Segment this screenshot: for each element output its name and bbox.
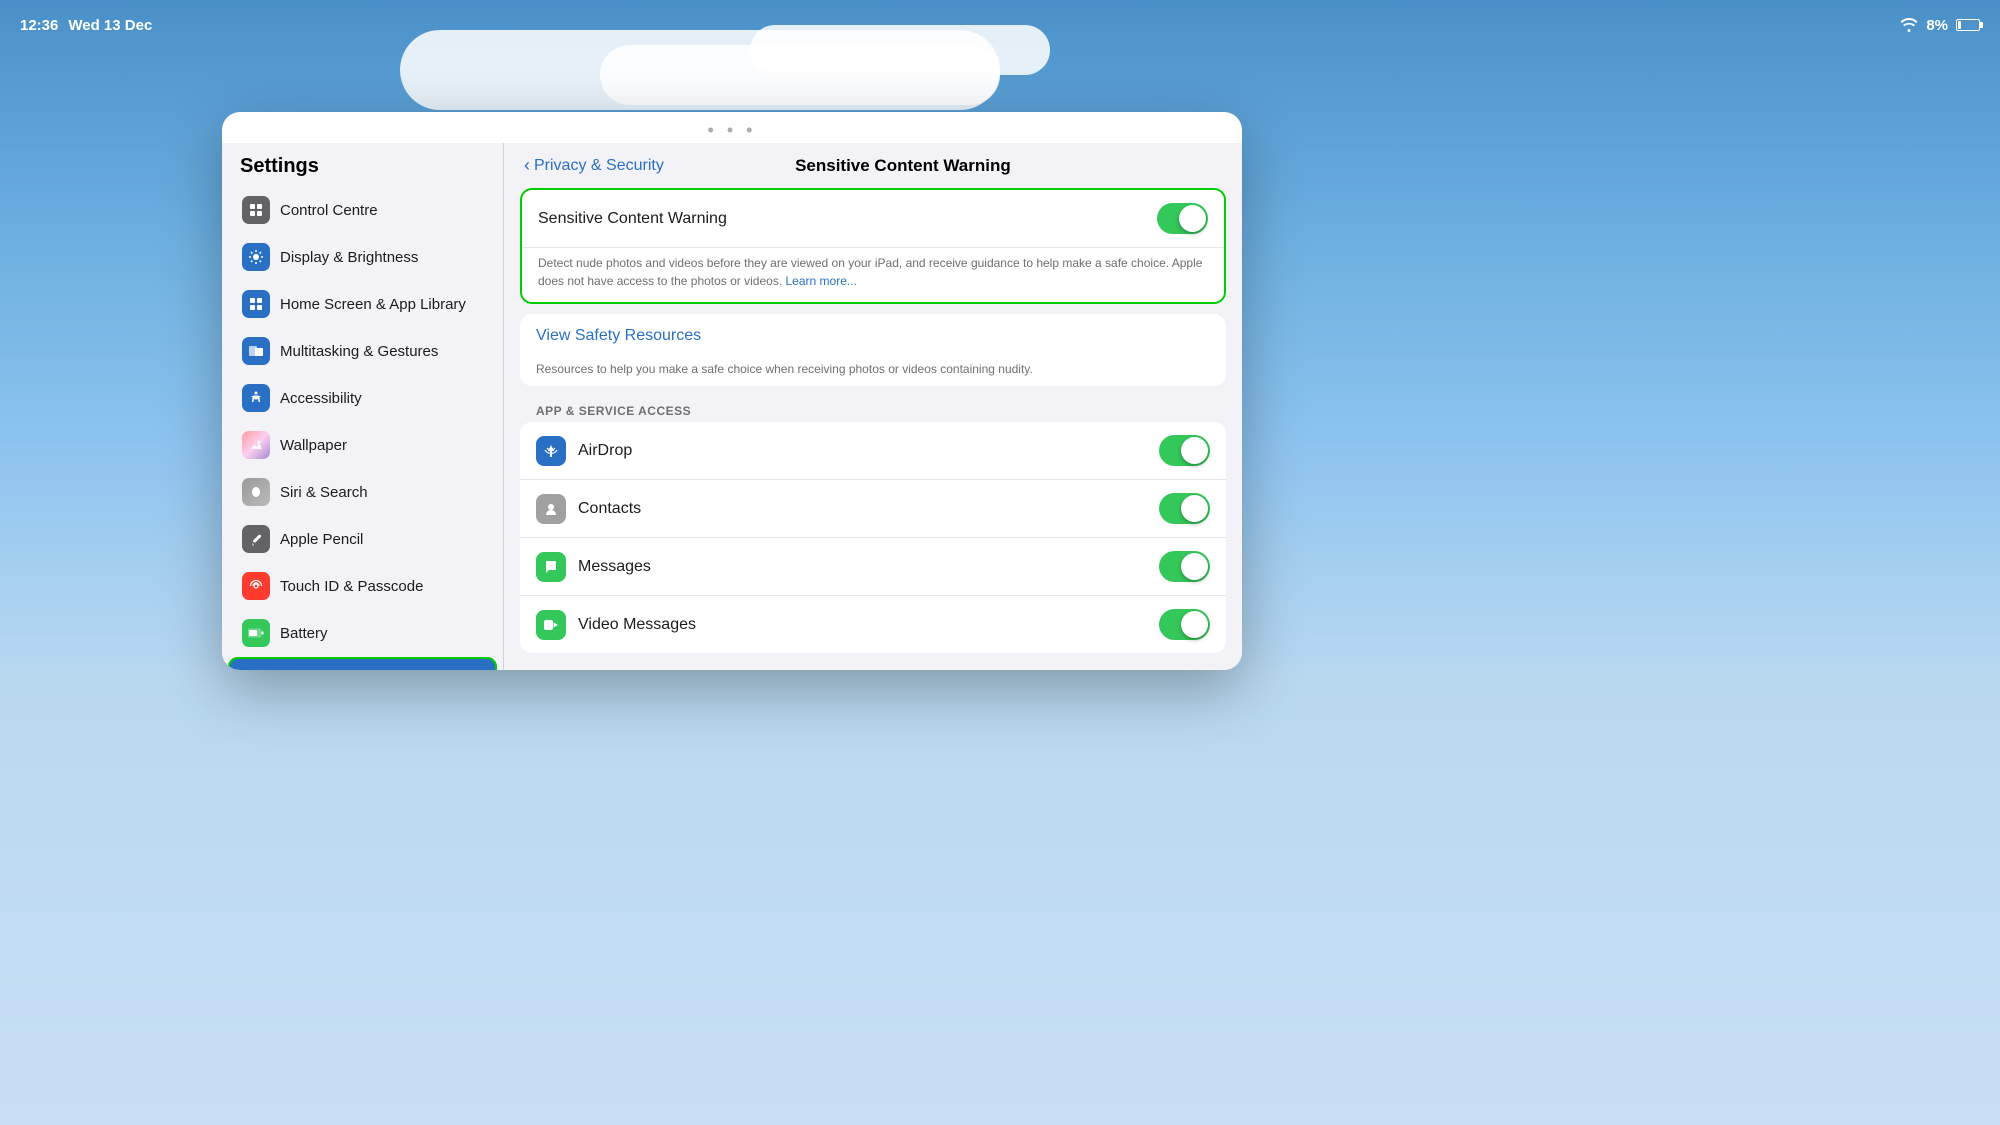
sensitive-content-toggle[interactable] bbox=[1157, 203, 1208, 234]
contacts-row: Contacts bbox=[520, 480, 1226, 538]
panel-header: ‹ Privacy & Security Sensitive Content W… bbox=[504, 143, 1242, 188]
sidebar-group-1: Control Centre bbox=[222, 186, 503, 670]
siri-icon bbox=[242, 478, 270, 506]
wifi-icon bbox=[1900, 18, 1918, 32]
sidebar-item-multitasking[interactable]: Multitasking & Gestures bbox=[228, 328, 497, 374]
analytics-header: ANALYTICS & IMPROVEMENTS bbox=[520, 663, 1226, 670]
sensitive-content-label: Sensitive Content Warning bbox=[538, 210, 1157, 228]
learn-more-link[interactable]: Learn more... bbox=[786, 274, 857, 288]
airdrop-toggle[interactable] bbox=[1159, 435, 1210, 466]
battery-icon bbox=[1956, 19, 1980, 31]
safety-resources-card: View Safety Resources Resources to help … bbox=[520, 314, 1226, 386]
panel-title: Sensitive Content Warning bbox=[664, 156, 1142, 176]
sidebar-item-homescreen[interactable]: Home Screen & App Library bbox=[228, 281, 497, 327]
video-messages-row: Video Messages bbox=[520, 596, 1226, 653]
video-messages-toggle[interactable] bbox=[1159, 609, 1210, 640]
accessibility-icon bbox=[242, 384, 270, 412]
homescreen-icon bbox=[242, 290, 270, 318]
back-link[interactable]: ‹ Privacy & Security bbox=[524, 155, 664, 176]
pencil-icon bbox=[242, 525, 270, 553]
sidebar-item-display[interactable]: Display & Brightness bbox=[228, 234, 497, 280]
sidebar-item-privacy[interactable]: Privacy & Security bbox=[228, 657, 497, 670]
toggle-knob bbox=[1179, 205, 1206, 232]
status-time: 12:36 bbox=[20, 17, 58, 34]
main-toggle-card: Sensitive Content Warning Detect nude ph… bbox=[520, 188, 1226, 304]
safety-resources-link[interactable]: View Safety Resources bbox=[520, 314, 1226, 358]
sidebar-item-battery[interactable]: Battery bbox=[228, 610, 497, 656]
status-date: Wed 13 Dec bbox=[68, 17, 152, 34]
messages-toggle[interactable] bbox=[1159, 551, 1210, 582]
contacts-label: Contacts bbox=[578, 500, 1159, 518]
multitasking-icon bbox=[242, 337, 270, 365]
analytics-section: ANALYTICS & IMPROVEMENTS Improve Sensiti… bbox=[520, 663, 1226, 670]
messages-label: Messages bbox=[578, 558, 1159, 576]
toggle-knob bbox=[1181, 553, 1208, 580]
safety-subtitle: Resources to help you make a safe choice… bbox=[520, 358, 1226, 386]
toggle-knob bbox=[1181, 495, 1208, 522]
ipad-frame: • • • Settings Control Centre bbox=[222, 112, 1242, 670]
contacts-icon bbox=[536, 494, 566, 524]
sidebar-item-wallpaper[interactable]: Wallpaper bbox=[228, 422, 497, 468]
airdrop-label: AirDrop bbox=[578, 442, 1159, 460]
video-messages-label: Video Messages bbox=[578, 616, 1159, 634]
battery-sidebar-icon bbox=[242, 619, 270, 647]
sidebar-item-accessibility[interactable]: Accessibility bbox=[228, 375, 497, 421]
right-panel: ‹ Privacy & Security Sensitive Content W… bbox=[504, 143, 1242, 670]
messages-row: Messages bbox=[520, 538, 1226, 596]
main-description: Detect nude photos and videos before the… bbox=[522, 248, 1224, 302]
privacy-icon bbox=[242, 666, 270, 670]
accessibility-label: Accessibility bbox=[280, 390, 362, 407]
battery-percent: 8% bbox=[1926, 17, 1948, 34]
video-messages-icon bbox=[536, 610, 566, 640]
status-left: 12:36 Wed 13 Dec bbox=[20, 17, 152, 34]
homescreen-label: Home Screen & App Library bbox=[280, 296, 466, 313]
battery-label: Battery bbox=[280, 625, 328, 642]
airdrop-row: AirDrop bbox=[520, 422, 1226, 480]
back-label: Privacy & Security bbox=[534, 157, 664, 175]
panel-content: Sensitive Content Warning Detect nude ph… bbox=[504, 188, 1242, 670]
contacts-toggle[interactable] bbox=[1159, 493, 1210, 524]
chevron-left-icon: ‹ bbox=[524, 155, 530, 176]
status-bar: 12:36 Wed 13 Dec 8% bbox=[0, 0, 2000, 50]
touchid-label: Touch ID & Passcode bbox=[280, 578, 423, 595]
toggle-knob bbox=[1181, 611, 1208, 638]
control-centre-label: Control Centre bbox=[280, 202, 378, 219]
wallpaper-icon bbox=[242, 431, 270, 459]
sidebar-item-control-centre[interactable]: Control Centre bbox=[228, 187, 497, 233]
drag-dots: • • • bbox=[222, 112, 1242, 143]
toggle-knob bbox=[1181, 437, 1208, 464]
messages-icon bbox=[536, 552, 566, 582]
multitasking-label: Multitasking & Gestures bbox=[280, 343, 438, 360]
wallpaper-label: Wallpaper bbox=[280, 437, 347, 454]
sidebar-item-siri[interactable]: Siri & Search bbox=[228, 469, 497, 515]
sensitive-content-row: Sensitive Content Warning bbox=[522, 190, 1224, 248]
airdrop-icon bbox=[536, 436, 566, 466]
sidebar-item-pencil[interactable]: Apple Pencil bbox=[228, 516, 497, 562]
sidebar-title: Settings bbox=[222, 143, 503, 186]
app-service-card: AirDrop bbox=[520, 422, 1226, 653]
app-service-section: APP & SERVICE ACCESS AirDrop bbox=[520, 396, 1226, 653]
sidebar: Settings Control Centre bbox=[222, 143, 504, 670]
sidebar-item-touchid[interactable]: Touch ID & Passcode bbox=[228, 563, 497, 609]
touchid-icon bbox=[242, 572, 270, 600]
pencil-label: Apple Pencil bbox=[280, 531, 363, 548]
app-service-header: APP & SERVICE ACCESS bbox=[520, 396, 1226, 422]
status-right: 8% bbox=[1900, 17, 1980, 34]
control-centre-icon bbox=[242, 196, 270, 224]
settings-container: Settings Control Centre bbox=[222, 143, 1242, 670]
display-label: Display & Brightness bbox=[280, 249, 418, 266]
siri-label: Siri & Search bbox=[280, 484, 368, 501]
display-icon bbox=[242, 243, 270, 271]
